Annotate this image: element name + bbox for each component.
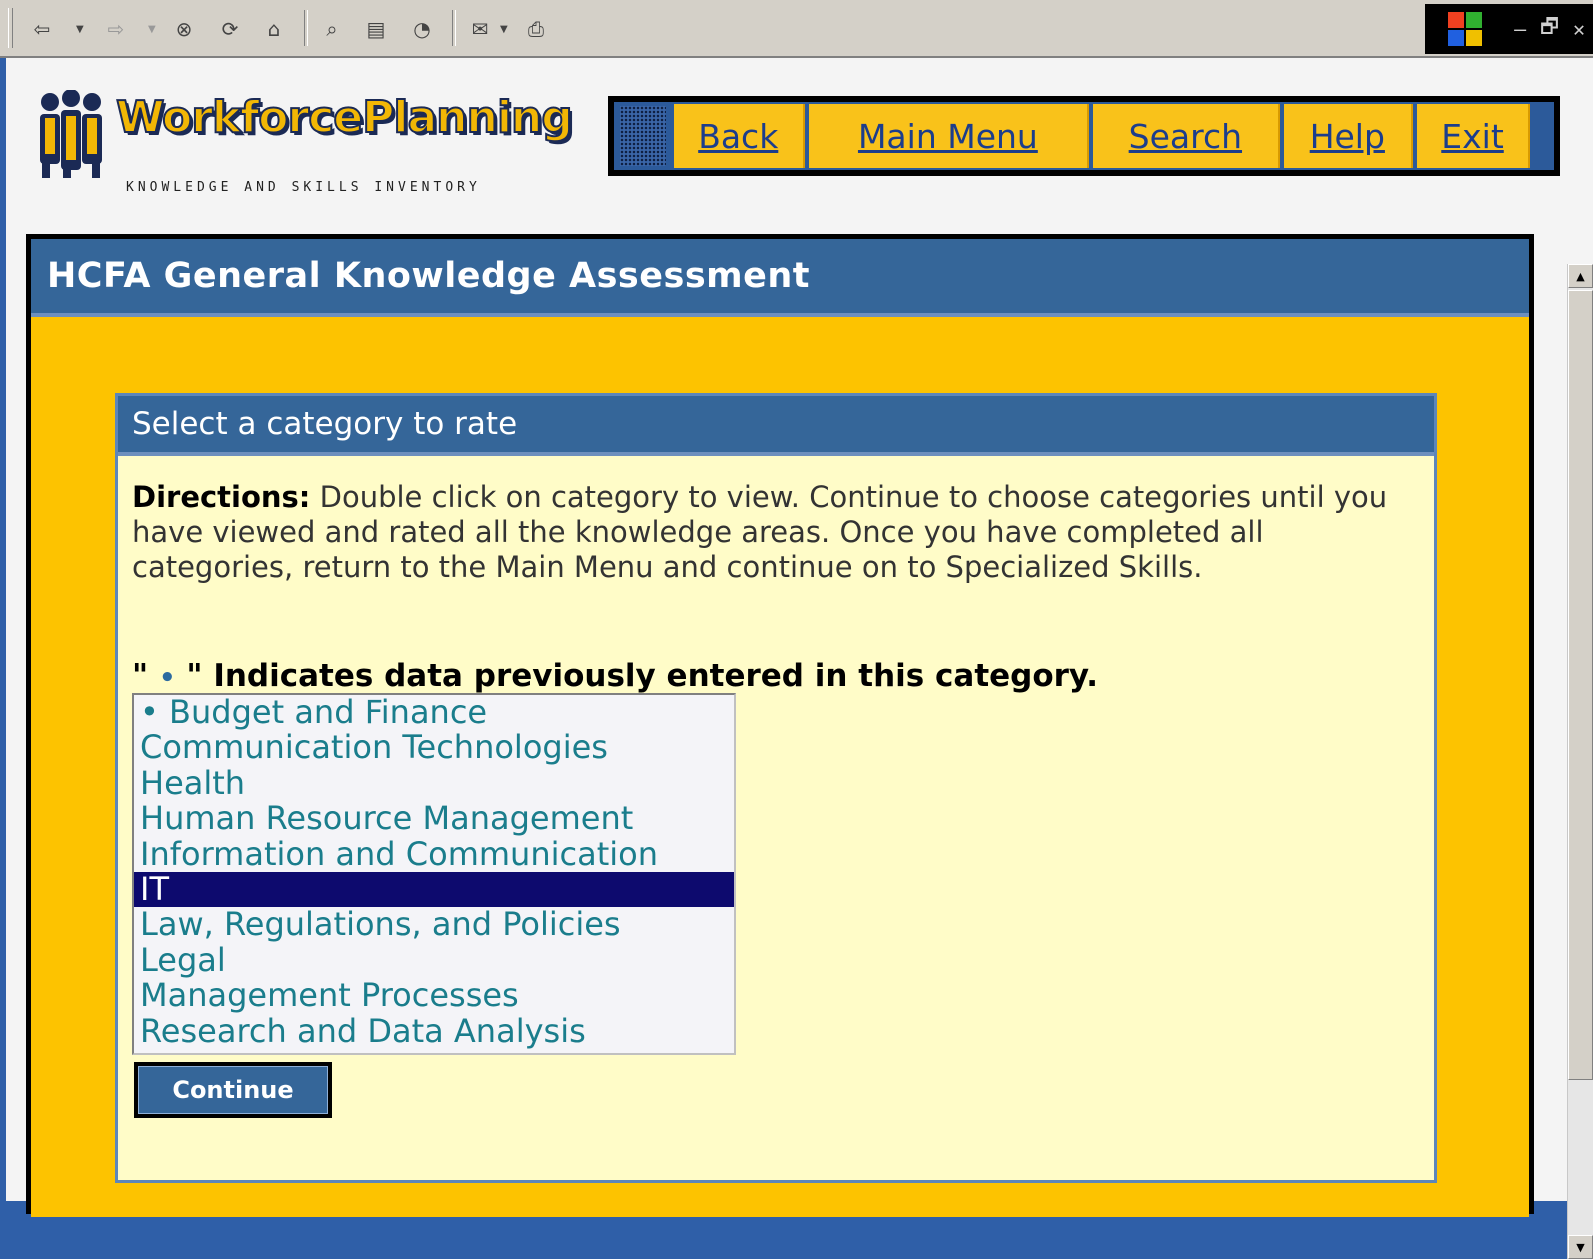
list-item[interactable]: Human Resource Management xyxy=(134,800,734,836)
home-icon[interactable]: ⌂ xyxy=(258,12,290,46)
toolbar-separator xyxy=(304,10,308,46)
main-nav: Back Main Menu Search Help Exit xyxy=(608,96,1560,176)
window-controls: – 🗗 ✕ xyxy=(1425,4,1593,54)
nav-end xyxy=(1534,102,1554,170)
nav-grip xyxy=(620,106,666,166)
list-item[interactable]: Management Processes xyxy=(134,977,734,1013)
vertical-scrollbar[interactable]: ▲ ▼ xyxy=(1567,264,1593,1259)
directions-text: Directions: Double click on category to … xyxy=(132,480,1412,585)
list-item[interactable]: Law, Regulations, and Policies xyxy=(134,907,734,942)
nav-exit-link[interactable]: Exit xyxy=(1416,104,1531,168)
scroll-up-icon[interactable]: ▲ xyxy=(1568,264,1593,288)
continue-button[interactable]: Continue xyxy=(134,1062,332,1118)
scrollbar-thumb[interactable] xyxy=(1568,290,1593,1080)
favorites-icon[interactable]: ▤ xyxy=(360,12,392,46)
nav-back-link[interactable]: Back xyxy=(673,104,805,168)
mail-icon[interactable]: ✉ xyxy=(464,12,496,46)
windows-logo-icon xyxy=(1448,12,1483,46)
nav-main-menu-link[interactable]: Main Menu xyxy=(808,104,1089,168)
back-dropdown-icon[interactable]: ▼ xyxy=(76,24,84,35)
toolbar-grip xyxy=(8,8,13,48)
nav-search-link[interactable]: Search xyxy=(1092,104,1280,168)
bullet-icon: • xyxy=(158,663,176,693)
nav-help-link[interactable]: Help xyxy=(1283,104,1413,168)
mail-dropdown-icon[interactable]: ▼ xyxy=(500,24,508,35)
category-selector-title: Select a category to rate xyxy=(118,396,1434,456)
scroll-down-icon[interactable]: ▼ xyxy=(1568,1235,1593,1259)
directions-label: Directions: xyxy=(132,480,311,514)
logo-subtitle: KNOWLEDGE AND SKILLS INVENTORY xyxy=(126,180,481,195)
back-arrow-icon[interactable]: ⇦ xyxy=(26,12,58,46)
nav-bar: Back Main Menu Search Help Exit xyxy=(614,102,1554,170)
category-selector: Select a category to rate Directions: Do… xyxy=(115,393,1437,1183)
list-item[interactable]: Health xyxy=(134,765,734,801)
indicator-text: " Indicates data previously entered in t… xyxy=(175,658,1099,694)
page-content: WorkforcePlanning KNOWLEDGE AND SKILLS I… xyxy=(6,58,1593,1259)
logo-title: WorkforcePlanning xyxy=(115,91,574,144)
previous-data-indicator: " • " Indicates data previously entered … xyxy=(132,658,1098,694)
search-icon[interactable]: ⌕ xyxy=(316,12,348,46)
continue-button-label: Continue xyxy=(138,1066,328,1114)
people-logo-icon xyxy=(40,90,102,178)
toolbar-separator xyxy=(452,10,456,46)
history-icon[interactable]: ◔ xyxy=(406,12,438,46)
list-item-selected[interactable]: IT xyxy=(134,871,734,908)
workforce-planning-logo: WorkforcePlanning KNOWLEDGE AND SKILLS I… xyxy=(32,86,604,195)
list-item[interactable]: Information and Communication xyxy=(134,836,734,872)
directions-body: Double click on category to view. Contin… xyxy=(132,480,1388,584)
panel-title: HCFA General Knowledge Assessment xyxy=(31,239,1529,317)
assessment-panel: HCFA General Knowledge Assessment Select… xyxy=(26,234,1534,1217)
indicator-open-quote: " xyxy=(132,658,159,694)
restore-icon[interactable]: 🗗 xyxy=(1540,12,1559,46)
list-item[interactable]: Research and Data Analysis xyxy=(134,1013,734,1049)
forward-dropdown-icon[interactable]: ▼ xyxy=(148,24,156,35)
minimize-icon[interactable]: – xyxy=(1514,17,1526,41)
close-icon[interactable]: ✕ xyxy=(1573,17,1585,41)
forward-arrow-icon[interactable]: ⇨ xyxy=(100,12,132,46)
list-item[interactable]: Legal xyxy=(134,942,734,978)
stop-icon[interactable]: ⊗ xyxy=(168,12,200,46)
browser-toolbar: ⇦ ▼ ⇨ ▼ ⊗ ⟳ ⌂ ⌕ ▤ ◔ ✉ ▼ ⎙ – 🗗 ✕ xyxy=(0,0,1593,58)
refresh-icon[interactable]: ⟳ xyxy=(214,12,246,46)
panel-body: Select a category to rate Directions: Do… xyxy=(31,317,1529,1217)
list-item[interactable]: Communication Technologies xyxy=(134,730,734,765)
category-listbox[interactable]: • Budget and Finance Communication Techn… xyxy=(132,693,736,1055)
list-item[interactable]: • Budget and Finance xyxy=(134,695,734,730)
print-icon[interactable]: ⎙ xyxy=(520,12,552,46)
